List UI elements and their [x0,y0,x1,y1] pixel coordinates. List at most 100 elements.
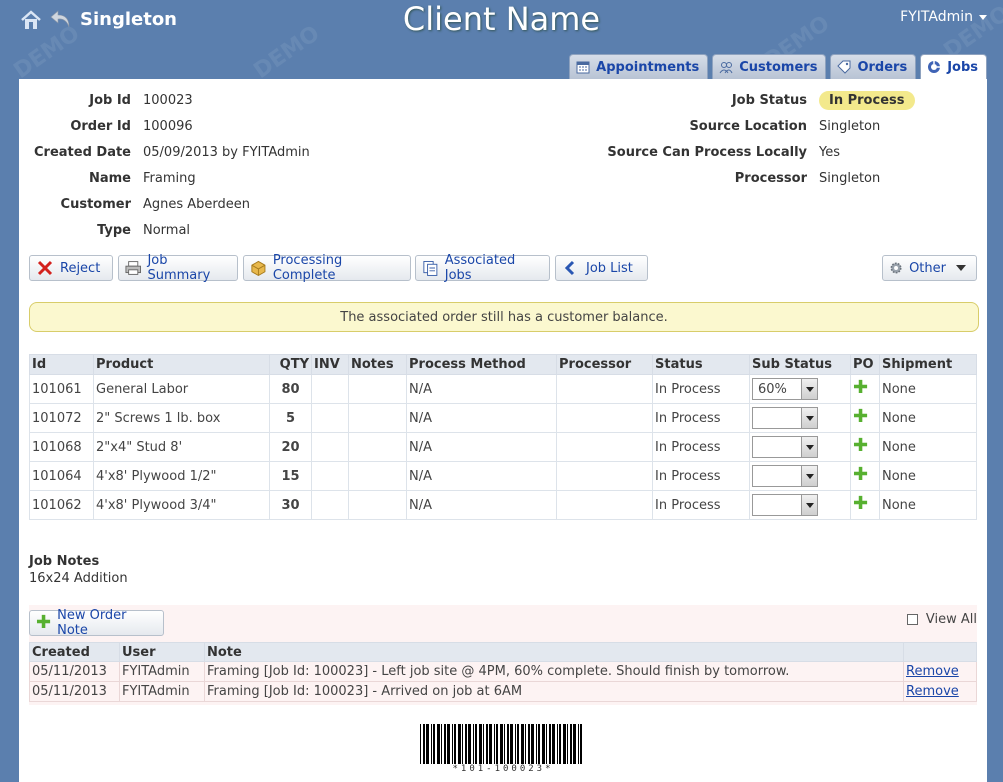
item-shipment: None [879,403,977,433]
barcode-bar [525,724,526,766]
note-text: Framing [Job Id: 100023] - Arrived on jo… [204,681,904,702]
sub-status-select[interactable] [752,494,818,516]
field-label: Job Status [731,92,807,108]
add-po-icon[interactable]: ✚ [853,377,868,398]
item-id: 101068 [29,432,94,462]
barcode-bar [510,724,513,766]
column-header: Sub Status [749,354,851,375]
add-po-icon[interactable]: ✚ [853,435,868,456]
documents-icon [423,261,438,276]
barcode-bar [580,724,582,766]
field-value: Yes [819,144,840,160]
tab-label: Customers [739,59,818,75]
barcode-bar [500,724,503,766]
tab-label: Appointments [596,59,700,75]
sub-status-select[interactable]: 60% [752,378,818,400]
caret-down-icon [979,14,987,20]
item-status: In Process [652,490,750,520]
column-header: Status [652,354,750,375]
barcode-bar [423,724,425,766]
tab-customers[interactable]: Customers [712,54,827,79]
item-inv [311,403,349,433]
app-title: Client Name [402,0,601,38]
order-id-row: Order Id 100096 [19,113,310,139]
item-qty: 30 [269,490,312,520]
item-processor [556,403,653,433]
job-summary-button[interactable]: Job Summary [118,253,238,283]
barcode-bar [531,724,534,766]
remove-note-link[interactable]: Remove [906,684,959,699]
field-value: 05/09/2013 by FYITAdmin [143,144,310,160]
item-notes [348,432,407,462]
item-product: 2"x4" Stud 8' [93,432,270,462]
item-id: 101061 [29,374,94,404]
main-tabs: Appointments Customers Orders Jobs [569,54,987,79]
balance-alert: The associated order still has a custome… [29,302,979,332]
caret-down-icon [956,265,966,271]
note-text: Framing [Job Id: 100023] - Left job site… [204,661,904,682]
field-value: 100023 [143,92,193,108]
item-notes [348,490,407,520]
button-label: Associated Jobs [444,253,516,283]
job-list-button[interactable]: Job List [555,255,648,281]
barcode-bar [462,724,463,766]
other-menu-button[interactable]: Other [882,255,977,281]
barcode-bar [475,724,477,766]
item-status: In Process [652,374,750,404]
sub-status-cell [749,461,851,491]
add-po-icon[interactable]: ✚ [853,464,868,485]
barcode-bar [473,724,474,766]
field-label: Processor [734,170,807,186]
view-all-checkbox[interactable] [906,614,918,625]
sub-status-cell: 60% [749,374,851,404]
tab-appointments[interactable]: Appointments [569,54,709,79]
barcode-bar [486,724,488,766]
dropdown-arrow-icon [801,437,817,457]
button-label: Processing Complete [272,253,343,283]
barcode-bar [557,724,558,766]
item-inv [311,374,349,404]
remove-note-link[interactable]: Remove [906,664,959,679]
note-created: 05/11/2013 [29,661,120,682]
processing-complete-button[interactable]: Processing Complete [243,253,411,283]
plus-icon: ✚ [36,612,52,633]
barcode-bar [433,724,435,766]
item-notes [348,374,407,404]
sub-status-select[interactable] [752,407,818,429]
reject-button[interactable]: Reject [29,255,113,281]
item-shipment: None [879,490,977,520]
sub-status-select[interactable] [752,436,818,458]
add-po-icon[interactable]: ✚ [853,493,868,514]
job-notes-title: Job Notes [29,554,100,569]
button-label: Job List [586,260,633,276]
status-badge: In Process [819,90,915,110]
barcode-bar [489,724,492,766]
associated-jobs-button[interactable]: Associated Jobs [415,253,550,283]
column-header: User [119,642,205,662]
source-location-row: Source Location Singleton [549,113,915,139]
add-po-icon[interactable]: ✚ [853,406,868,427]
user-menu[interactable]: FYITAdmin [900,9,987,25]
job-notes-text: 16x24 Addition [29,571,128,586]
barcode-bar [444,724,446,766]
barcode-bar [549,724,551,766]
dropdown-arrow-icon [801,379,817,399]
printer-icon [125,261,141,275]
view-all-toggle[interactable]: View All [906,612,977,627]
barcode-bar [465,724,467,766]
tab-jobs[interactable]: Jobs [920,54,987,79]
sub-status-select[interactable] [752,465,818,487]
column-header: Created [29,642,120,662]
column-header [903,642,977,662]
item-shipment: None [879,461,977,491]
item-processor [556,461,653,491]
po-cell: ✚ [850,461,880,491]
field-label: Source Can Process Locally [607,144,807,160]
sub-status-cell [749,490,851,520]
field-label: Created Date [34,144,131,160]
item-notes [348,403,407,433]
new-order-note-button[interactable]: ✚ New Order Note [29,608,164,638]
barcode-bar [538,724,540,766]
barcode-bar [521,724,524,766]
tab-orders[interactable]: Orders [830,54,917,79]
